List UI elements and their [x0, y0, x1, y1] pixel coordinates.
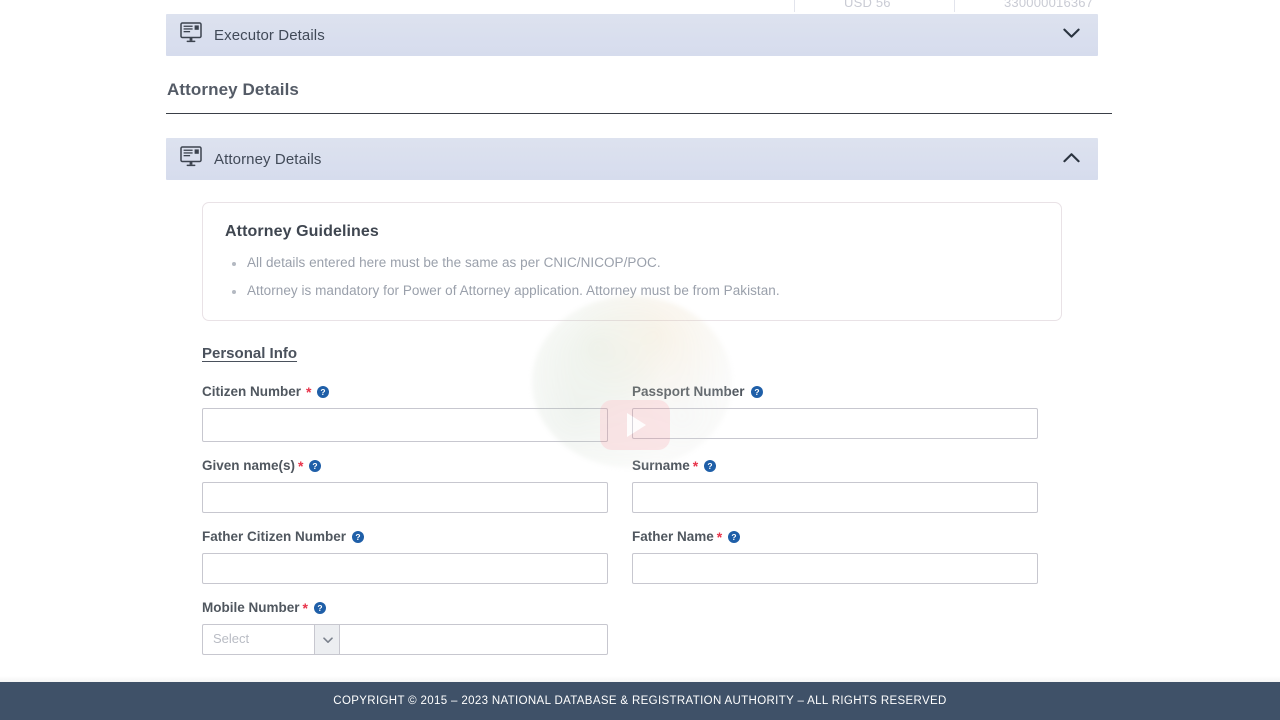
svg-text:?: ?: [732, 532, 737, 542]
attorney-guidelines-box: Attorney Guidelines All details entered …: [202, 202, 1062, 321]
svg-text:?: ?: [317, 603, 322, 613]
svg-text:?: ?: [313, 461, 318, 471]
mobile-number-input-group: Select: [202, 624, 657, 655]
input-father-citizen-number[interactable]: [202, 553, 608, 584]
country-code-select[interactable]: Select: [202, 624, 314, 655]
right-gutter: [1098, 0, 1280, 690]
field-group-given-names: Given name(s) * ?: [202, 458, 632, 513]
help-icon[interactable]: ?: [750, 385, 763, 398]
monitor-document-icon: [180, 146, 202, 172]
accordion-header-attorney-details[interactable]: Attorney Details: [166, 138, 1098, 180]
label-text: Citizen Number: [202, 384, 302, 399]
accordion-header-executor-details[interactable]: Executor Details: [166, 14, 1098, 56]
top-strip-divider: [954, 0, 955, 12]
input-citizen-number[interactable]: [202, 408, 608, 442]
required-asterisk: *: [302, 599, 308, 616]
page-title: Attorney Details: [167, 80, 299, 99]
attorney-details-heading-wrap: Attorney Details: [166, 56, 1112, 114]
top-strip-inner: USD 56 330000016367: [166, 0, 1098, 14]
required-asterisk: *: [306, 383, 312, 400]
personal-info-subsection-title: Personal Info: [202, 345, 298, 362]
top-strip-tracking-cell: 330000016367: [1004, 0, 1094, 10]
page-footer: COPYRIGHT © 2015 – 2023 NATIONAL DATABAS…: [0, 682, 1280, 720]
monitor-document-icon: [180, 22, 202, 48]
copyright-text: COPYRIGHT © 2015 – 2023 NATIONAL DATABAS…: [333, 695, 947, 707]
label-father-citizen-number: Father Citizen Number ?: [202, 529, 632, 544]
guidelines-list: All details entered here must be the sam…: [225, 255, 1039, 298]
top-strip-divider: [794, 0, 795, 12]
left-gutter: [0, 0, 166, 690]
label-text: Surname: [632, 458, 690, 473]
required-asterisk: *: [716, 528, 723, 545]
field-group-father-name: Father Name * ?: [632, 529, 1062, 584]
field-group-passport-number: Passport Number ?: [632, 384, 1062, 442]
label-mobile-number: Mobile Number * ?: [202, 600, 657, 615]
required-asterisk: *: [298, 457, 304, 474]
field-group-mobile-number: Mobile Number * ? Select: [202, 600, 657, 655]
chevron-down-icon[interactable]: [1063, 26, 1080, 44]
label-text: Passport Number: [632, 384, 745, 399]
help-icon[interactable]: ?: [352, 530, 365, 543]
label-father-name: Father Name * ?: [632, 529, 1062, 544]
guideline-item: Attorney is mandatory for Power of Attor…: [225, 283, 1039, 298]
field-group-surname: Surname * ?: [632, 458, 1062, 513]
input-mobile-number[interactable]: [340, 624, 608, 655]
required-asterisk: *: [692, 457, 699, 474]
accordion-title-attorney-details: Attorney Details: [214, 150, 322, 168]
attorney-details-panel: Attorney Guidelines All details entered …: [166, 180, 1098, 680]
input-given-names[interactable]: [202, 482, 608, 513]
svg-text:?: ?: [355, 532, 360, 542]
form-row: Given name(s) * ? Surname * ?: [202, 458, 1062, 513]
country-code-placeholder: Select: [213, 631, 250, 646]
form-row: Father Citizen Number ? Father Name * ?: [202, 529, 1062, 584]
top-cutoff-strip: USD 56 330000016367: [0, 0, 1280, 14]
svg-text:?: ?: [754, 387, 759, 397]
help-icon[interactable]: ?: [317, 385, 330, 398]
guidelines-title: Attorney Guidelines: [225, 223, 379, 240]
accordion-title-executor-details: Executor Details: [214, 26, 325, 44]
label-citizen-number: Citizen Number * ?: [202, 384, 632, 399]
input-father-name[interactable]: [632, 553, 1038, 584]
label-text: Father Name: [632, 529, 714, 544]
field-group-citizen-number: Citizen Number * ?: [202, 384, 632, 442]
field-group-father-citizen-number: Father Citizen Number ?: [202, 529, 632, 584]
label-passport-number: Passport Number ?: [632, 384, 1062, 399]
form-row: Citizen Number * ? Passport Number ?: [202, 384, 1062, 442]
guideline-item: All details entered here must be the sam…: [225, 255, 1039, 270]
help-icon[interactable]: ?: [309, 459, 322, 472]
label-surname: Surname * ?: [632, 458, 1062, 473]
label-text: Father Citizen Number: [202, 529, 347, 544]
form-row: Mobile Number * ? Select: [202, 600, 1062, 655]
page-content: Executor Details Attorney Details Attorn…: [166, 14, 1112, 680]
label-text: Mobile Number: [202, 600, 300, 615]
svg-text:?: ?: [321, 387, 326, 397]
help-icon[interactable]: ?: [704, 459, 717, 472]
chevron-down-icon[interactable]: [314, 624, 340, 655]
chevron-up-icon[interactable]: [1063, 150, 1080, 168]
input-surname[interactable]: [632, 482, 1038, 513]
help-icon[interactable]: ?: [728, 530, 741, 543]
svg-text:?: ?: [708, 461, 713, 471]
top-strip-currency-cell: USD 56: [844, 0, 891, 10]
personal-info-form: Personal Info Citizen Number * ? Passpor…: [186, 321, 1078, 655]
label-text: Given name(s): [202, 458, 296, 473]
label-given-names: Given name(s) * ?: [202, 458, 632, 473]
help-icon[interactable]: ?: [313, 601, 326, 614]
input-passport-number[interactable]: [632, 408, 1038, 439]
